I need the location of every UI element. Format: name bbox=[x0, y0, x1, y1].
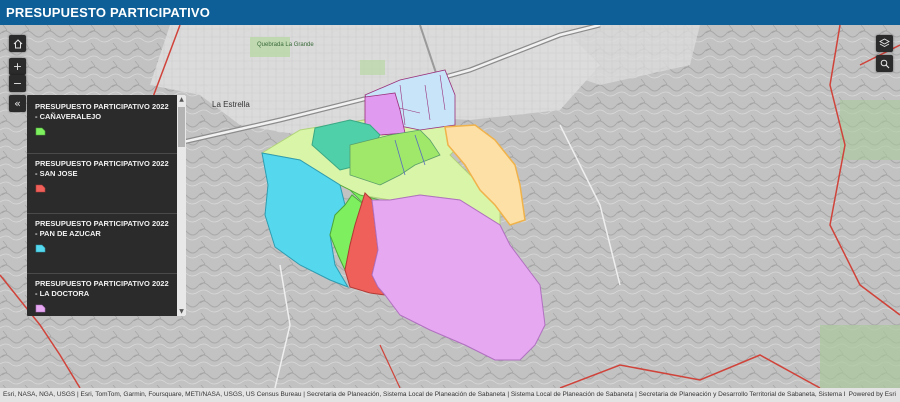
legend-swatch bbox=[35, 304, 46, 313]
home-button[interactable] bbox=[9, 35, 26, 52]
search-button[interactable] bbox=[876, 55, 893, 72]
legend-item: PRESUPUESTO PARTICIPATIVO 2022 - SAN JOS… bbox=[27, 159, 177, 198]
search-icon bbox=[880, 59, 889, 68]
layers-button[interactable] bbox=[876, 35, 893, 52]
app-title: PRESUPUESTO PARTICIPATIVO bbox=[6, 5, 211, 20]
zoom-out-button[interactable]: − bbox=[9, 75, 26, 92]
scroll-down-icon[interactable]: ▼ bbox=[177, 307, 186, 316]
label-quebrada-la-grande: Quebrada La Grande bbox=[257, 42, 314, 48]
attribution-bar: Esri, NASA, NGA, USGS | Esri, TomTom, Ga… bbox=[0, 388, 900, 402]
legend-item: PRESUPUESTO PARTICIPATIVO 2022 - CAÑAVER… bbox=[27, 102, 177, 141]
legend-divider bbox=[27, 153, 177, 154]
legend-label: PRESUPUESTO PARTICIPATIVO 2022 - CAÑAVER… bbox=[35, 102, 169, 121]
zoom-in-button[interactable]: + bbox=[9, 58, 26, 75]
legend-item: PRESUPUESTO PARTICIPATIVO 2022 - PAN DE … bbox=[27, 219, 177, 258]
legend-panel[interactable]: PRESUPUESTO PARTICIPATIVO 2022 - CAÑAVER… bbox=[27, 95, 186, 316]
legend-swatch bbox=[35, 127, 46, 136]
legend-swatch bbox=[35, 244, 46, 253]
collapse-legend-button[interactable]: « bbox=[9, 95, 26, 112]
legend-label: PRESUPUESTO PARTICIPATIVO 2022 - PAN DE … bbox=[35, 219, 169, 238]
layers-icon bbox=[879, 38, 890, 48]
powered-by-esri-link[interactable]: Powered by Esri bbox=[844, 388, 896, 402]
legend-scrollbar[interactable]: ▲ ▼ bbox=[177, 95, 186, 316]
legend-item: PRESUPUESTO PARTICIPATIVO 2022 - LA DOCT… bbox=[27, 279, 177, 316]
scroll-up-icon[interactable]: ▲ bbox=[177, 95, 186, 104]
legend-label: PRESUPUESTO PARTICIPATIVO 2022 - LA DOCT… bbox=[35, 279, 169, 298]
scrollbar-thumb[interactable] bbox=[178, 107, 185, 147]
attribution-text: Esri, NASA, NGA, USGS | Esri, TomTom, Ga… bbox=[3, 391, 882, 398]
label-la-estrella: La Estrella bbox=[212, 100, 250, 109]
legend-label: PRESUPUESTO PARTICIPATIVO 2022 - SAN JOS… bbox=[35, 159, 169, 178]
home-icon bbox=[13, 38, 22, 48]
legend-swatch bbox=[35, 184, 46, 193]
legend-divider bbox=[27, 273, 177, 274]
legend-divider bbox=[27, 213, 177, 214]
app-header: PRESUPUESTO PARTICIPATIVO bbox=[0, 0, 900, 25]
